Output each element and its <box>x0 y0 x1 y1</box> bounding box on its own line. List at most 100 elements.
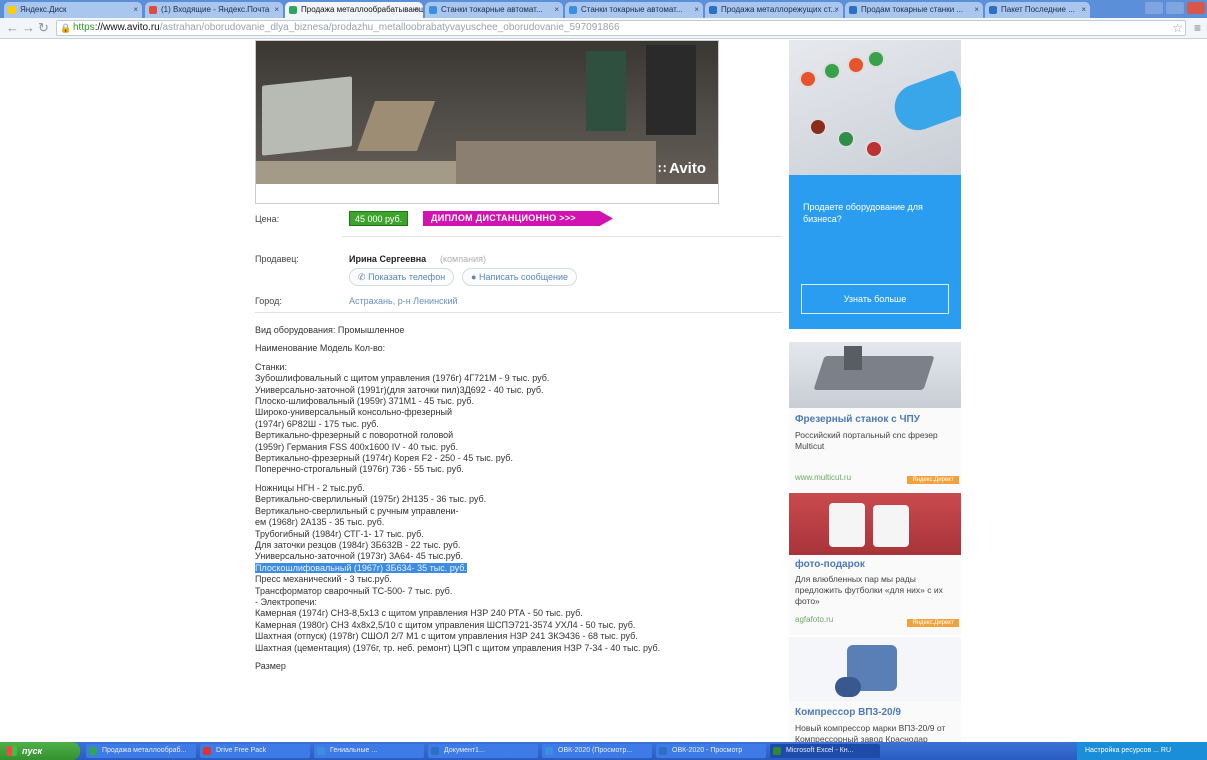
tab-close-icon[interactable]: × <box>974 2 979 18</box>
selected-text: Плоскошлифовальный (1967г) 3Б634- 35 тыс… <box>255 562 467 573</box>
promo-banner[interactable]: ДИПЛОМ ДИСТАНЦИОННО >>> <box>423 211 613 226</box>
app-icon <box>659 747 667 755</box>
ad-title[interactable]: Компрессор ВП3-20/9 <box>795 707 901 718</box>
description-text: Камерная (1980г) СНЗ 4х8х2,5/10 с щитом … <box>255 619 636 630</box>
taskbar-button[interactable]: Продажа металлообраб... <box>86 744 196 758</box>
description-text: Шахтная (отпуск) (1978г) СШОЛ 2/7 М1 с щ… <box>255 631 638 642</box>
url-path: /astrahan/oborudovanie_dlya_biznesa/prod… <box>159 22 620 33</box>
tab-close-icon[interactable]: × <box>834 2 839 18</box>
ad-text: Новый компрессор марки ВП3-20/9 от Компр… <box>795 723 946 742</box>
description-text: Поперечно-строгальный (1976г) 736 - 55 т… <box>255 464 464 475</box>
browser-tab[interactable]: Пакет Последние ... × <box>985 2 1090 18</box>
description-text: Пресс механический - 3 тыс.руб. <box>255 574 392 585</box>
tab-favicon-icon <box>289 6 297 14</box>
start-label: пуск <box>22 746 43 756</box>
tab-close-icon[interactable]: × <box>133 2 138 18</box>
banner-text: Продаете оборудование для бизнеса? <box>803 202 923 224</box>
lock-icon: 🔒 <box>60 23 72 33</box>
taskbar-button-label: Drive Free Pack <box>216 747 267 754</box>
taskbar-button-label: ОВК-2020 (Просмотр... <box>558 747 633 754</box>
write-message-button[interactable]: ● Написать сообщение <box>462 268 578 286</box>
taskbar-button-label: Microsoft Excel - Кн... <box>786 747 854 754</box>
start-button[interactable]: пуск <box>0 742 80 760</box>
description-line: Трансформатор сварочный ТС-500- 7 тыс. р… <box>255 586 780 597</box>
show-phone-label: Показать телефон <box>368 272 446 282</box>
description-text: Вид оборудования: Промышленное <box>255 325 405 335</box>
description-text: Шахтная (цементация) (1976г, тр. неб. ре… <box>255 642 661 653</box>
browser-menu-icon[interactable]: ≡ <box>1194 21 1201 35</box>
description-text: Зубошлифовальный с щитом управления (197… <box>255 373 550 384</box>
show-phone-button[interactable]: ✆ Показать телефон <box>349 268 455 286</box>
taskbar-button[interactable]: ОВК-2020 (Просмотр... <box>542 744 652 758</box>
tab-close-icon[interactable]: × <box>1081 2 1086 18</box>
tab-label: Яндекс.Диск <box>20 5 67 14</box>
tab-close-icon[interactable]: × <box>694 2 699 18</box>
description-line: Шахтная (отпуск) (1978г) СШОЛ 2/7 М1 с щ… <box>255 631 780 642</box>
ad-card-compressor[interactable]: Компрессор ВП3-20/9 Новый компрессор мар… <box>789 637 961 742</box>
description-line: Вертикально-сверлильный (1975г) 2Н135 - … <box>255 494 780 505</box>
price-value: 45 000 руб. <box>349 211 409 226</box>
forward-icon[interactable]: → <box>22 21 35 35</box>
ad-card-cnc[interactable]: Фрезерный станок с ЧПУ Российский портал… <box>789 342 961 492</box>
tab-favicon-icon <box>569 6 577 14</box>
taskbar-button[interactable]: Гениальные ... <box>314 744 424 758</box>
tab-close-icon[interactable]: × <box>414 2 419 18</box>
browser-tab[interactable]: Продам токарные станки ... × <box>845 2 983 18</box>
description-line: Станки: <box>255 362 780 373</box>
taskbar-button[interactable]: Drive Free Pack <box>200 744 310 758</box>
browser-tab[interactable]: Яндекс.Диск × <box>4 2 142 18</box>
browser-tab[interactable]: Продажа металлорежущих ст... × <box>705 2 843 18</box>
browser-tab[interactable]: (1) Входящие - Яндекс.Почта × <box>145 2 283 18</box>
taskbar-button[interactable]: Microsoft Excel - Кн... <box>770 744 880 758</box>
description-text: - Электропечи: <box>255 596 317 607</box>
description-line: Широко-универсальный консольно-фрезерный <box>255 407 780 418</box>
listing-photo[interactable]: ∷ Avito <box>255 40 719 204</box>
description-line: Вертикально-сверлильный с ручным управле… <box>255 506 780 517</box>
chat-icon: ● <box>471 272 477 282</box>
seller-name: Ирина Сергеевна <box>349 254 427 264</box>
ad-text: Российский портальный cnc фрезер Multicu… <box>795 430 938 451</box>
back-icon[interactable]: ← <box>6 21 19 35</box>
ad-domain[interactable]: www.multicut.ru <box>795 473 851 482</box>
description-gap <box>255 336 780 343</box>
learn-more-button[interactable]: Узнать больше <box>801 284 949 314</box>
description-text: ем (1968г) 2А135 - 35 тыс. руб. <box>255 517 385 528</box>
tab-close-icon[interactable]: × <box>554 2 559 18</box>
description-line: (1974г) 6Р82Ш - 175 тыс. руб. <box>255 419 780 430</box>
description-text: Трансформатор сварочный ТС-500- 7 тыс. р… <box>255 585 453 596</box>
description-line: Вертикально-фрезерный с поворотной голов… <box>255 430 780 441</box>
bookmark-star-icon[interactable]: ☆ <box>1172 21 1183 35</box>
city-label: Город: <box>255 296 282 306</box>
ad-title[interactable]: Фрезерный станок с ЧПУ <box>795 414 920 425</box>
description-line: Пресс механический - 3 тыс.руб. <box>255 574 780 585</box>
browser-tab[interactable]: Продажа металлообрабатывающего× <box>285 2 423 18</box>
ad-card-photo-gift[interactable]: фото-подарок Для влюбленных пар мы рады … <box>789 493 961 635</box>
reload-icon[interactable]: ↻ <box>38 21 49 35</box>
tab-label: Продам токарные станки ... <box>861 5 964 14</box>
avito-promo-banner[interactable]: Продаете оборудование для бизнеса? Узнат… <box>789 40 961 329</box>
description-line: Вид оборудования: Промышленное <box>255 325 780 336</box>
url-field[interactable]: 🔒 https://www.avito.ru/astrahan/oborudov… <box>56 20 1186 36</box>
ad-domain[interactable]: agfafoto.ru <box>795 615 833 624</box>
close-window-button[interactable] <box>1187 2 1205 14</box>
description-text: Станки: <box>255 361 287 372</box>
tab-close-icon[interactable]: × <box>274 2 279 18</box>
app-icon <box>317 747 325 755</box>
ad-title[interactable]: фото-подарок <box>795 559 865 570</box>
app-icon <box>545 747 553 755</box>
minimize-button[interactable] <box>1145 2 1163 14</box>
description-text: (1959г) Германия FSS 400х1600 IV - 40 ты… <box>255 441 458 452</box>
description-text: Широко-универсальный консольно-фрезерный <box>255 407 452 418</box>
description-line: (1959г) Германия FSS 400х1600 IV - 40 ты… <box>255 442 780 453</box>
taskbar-button[interactable]: ОВК-2020 - Просмотр <box>656 744 766 758</box>
taskbar-button[interactable]: Документ1... <box>428 744 538 758</box>
browser-tab[interactable]: Станки токарные автомат... × <box>565 2 703 18</box>
maximize-button[interactable] <box>1166 2 1184 14</box>
city-link[interactable]: Астрахань, р-н Ленинский <box>349 296 458 306</box>
price-label: Цена: <box>255 214 280 224</box>
description-line: Шахтная (цементация) (1976г, тр. неб. ре… <box>255 643 780 654</box>
browser-tab[interactable]: Станки токарные автомат... × <box>425 2 563 18</box>
phone-icon: ✆ <box>358 272 366 282</box>
description-line: Плоско-шлифовальный (1959г) 371М1 - 45 т… <box>255 396 780 407</box>
description-text: Ножницы НГН - 2 тыс.руб. <box>255 482 365 493</box>
